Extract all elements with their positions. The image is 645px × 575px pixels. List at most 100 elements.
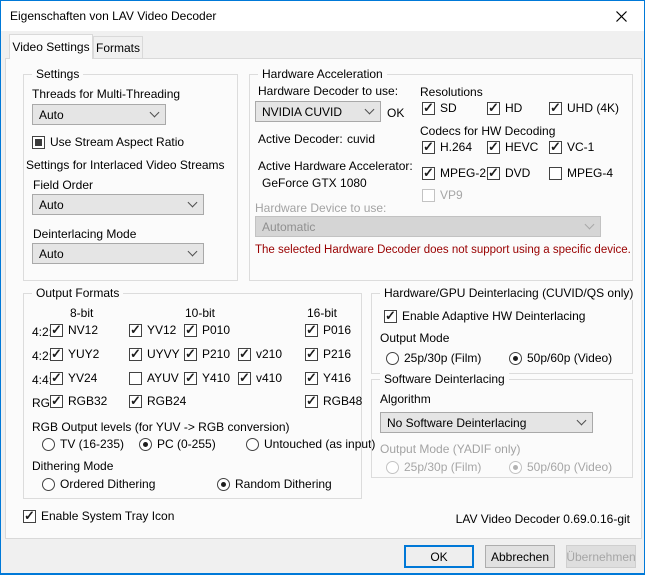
hw-decoder-combobox[interactable]: NVIDIA CUVID xyxy=(255,101,381,122)
checkbox-label: AYUV xyxy=(147,371,179,385)
format-rgb32-checkbox[interactable]: RGB32 xyxy=(50,393,107,409)
checkbox-label: UHD (4K) xyxy=(567,101,620,115)
close-icon xyxy=(616,10,627,22)
format-p010-checkbox[interactable]: P010 xyxy=(184,322,231,338)
tab-video-settings[interactable]: Video Settings xyxy=(9,34,93,59)
codec-mpeg4-checkbox[interactable]: MPEG-4 xyxy=(549,166,613,180)
settings-group: Settings Threads for Multi-Threading Aut… xyxy=(23,67,238,281)
threads-combobox[interactable]: Auto xyxy=(32,104,166,125)
radio-icon xyxy=(42,437,55,451)
random-dithering-radio[interactable]: Random Dithering xyxy=(217,477,332,491)
format-rgb24-checkbox[interactable]: RGB24 xyxy=(129,393,186,409)
chevron-down-icon xyxy=(187,246,198,257)
dithering-mode-label: Dithering Mode xyxy=(32,459,114,473)
tab-formats[interactable]: Formats xyxy=(93,36,143,59)
checkbox-label: P016 xyxy=(323,323,352,337)
ordered-dithering-radio[interactable]: Ordered Dithering xyxy=(42,477,155,491)
lav-video-decoder-dialog: Eigenschaften von LAV Video Decoder Vide… xyxy=(0,0,645,575)
format-p016-checkbox[interactable]: P016 xyxy=(305,322,352,338)
format-y410-checkbox[interactable]: Y410 xyxy=(184,370,230,386)
chevron-down-icon xyxy=(149,107,160,118)
rgb-level-untouched-radio[interactable]: Untouched (as input) xyxy=(246,437,375,451)
yadif-output-mode-label: Output Mode (YADIF only) xyxy=(380,442,521,456)
radio-icon xyxy=(217,477,230,491)
hw-decoder-combobox-value: NVIDIA CUVID xyxy=(262,104,343,119)
checkbox-label: YUY2 xyxy=(68,347,100,361)
checkbox-label: NV12 xyxy=(68,323,99,337)
algorithm-label: Algorithm xyxy=(380,392,431,406)
format-yv12-checkbox[interactable]: YV12 xyxy=(129,322,177,338)
ok-button[interactable]: OK xyxy=(404,545,474,568)
checkbox-icon xyxy=(305,322,318,338)
use-stream-aspect-ratio-checkbox[interactable]: Use Stream Aspect Ratio xyxy=(32,135,184,149)
sw-mode-film-radio: 25p/30p (Film) xyxy=(386,460,481,474)
rgb-level-tv-radio[interactable]: TV (16-235) xyxy=(42,437,124,451)
checkbox-label: VC-1 xyxy=(567,140,595,154)
format-p216-checkbox[interactable]: P216 xyxy=(305,346,351,362)
checkbox-icon xyxy=(549,100,562,116)
deinterlacing-mode-combobox[interactable]: Auto xyxy=(32,243,204,264)
checkbox-icon xyxy=(422,100,435,116)
codec-hevc-checkbox[interactable]: HEVC xyxy=(487,139,539,155)
checkbox-label: P010 xyxy=(202,323,231,337)
field-order-combobox[interactable]: Auto xyxy=(32,194,204,215)
format-yuy2-checkbox[interactable]: YUY2 xyxy=(50,346,100,362)
checkbox-icon xyxy=(32,135,45,149)
resolution-uhd-checkbox[interactable]: UHD (4K) xyxy=(549,100,620,116)
checkbox-label: SD xyxy=(440,101,457,115)
rgb-level-pc-radio[interactable]: PC (0-255) xyxy=(139,437,216,451)
deinterlacing-mode-label: Deinterlacing Mode xyxy=(33,227,137,241)
cancel-button[interactable]: Abbrechen xyxy=(485,545,555,568)
resolution-hd-checkbox[interactable]: HD xyxy=(487,100,522,116)
radio-label: TV (16-235) xyxy=(60,437,125,451)
format-v210-checkbox[interactable]: v210 xyxy=(238,346,283,362)
active-accelerator-label: Active Hardware Accelerator: xyxy=(258,159,413,173)
format-p210-checkbox[interactable]: P210 xyxy=(184,346,230,362)
col-header-10bit: 10-bit xyxy=(185,306,216,320)
checkbox-icon xyxy=(422,165,435,181)
checkbox-label: H.264 xyxy=(440,140,473,154)
codec-mpeg2-checkbox[interactable]: MPEG-2 xyxy=(422,165,486,181)
hw-mode-film-radio[interactable]: 25p/30p (Film) xyxy=(386,351,481,365)
radio-label: 50p/60p (Video) xyxy=(527,460,613,474)
format-ayuv-checkbox[interactable]: AYUV xyxy=(129,371,179,385)
checkbox-label: VP9 xyxy=(440,188,463,202)
radio-icon xyxy=(42,477,55,491)
output-formats-group: Output Formats 8-bit 10-bit 16-bit 4:2:0… xyxy=(23,286,375,499)
resolution-sd-checkbox[interactable]: SD xyxy=(422,100,457,116)
format-v410-checkbox[interactable]: v410 xyxy=(238,370,282,386)
hw-mode-video-radio[interactable]: 50p/60p (Video) xyxy=(509,351,612,365)
field-order-combobox-value: Auto xyxy=(39,197,64,212)
checkbox-icon xyxy=(129,371,142,385)
format-yv24-checkbox[interactable]: YV24 xyxy=(50,370,97,386)
radio-icon xyxy=(386,460,399,474)
checkbox-label: YV12 xyxy=(147,323,177,337)
radio-icon xyxy=(509,460,522,474)
checkbox-label: Enable System Tray Icon xyxy=(41,509,175,523)
checkbox-label: v210 xyxy=(256,347,283,361)
interlaced-heading: Settings for Interlaced Video Streams xyxy=(26,158,225,172)
col-header-16bit: 16-bit xyxy=(307,306,338,320)
title-bar: Eigenschaften von LAV Video Decoder xyxy=(1,1,644,31)
checkbox-label: HEVC xyxy=(505,140,539,154)
checkbox-label: MPEG-4 xyxy=(567,166,614,180)
checkbox-icon xyxy=(549,139,562,155)
enable-adaptive-hw-deinterlacing-checkbox[interactable]: Enable Adaptive HW Deinterlacing xyxy=(384,308,585,324)
algorithm-combobox[interactable]: No Software Deinterlacing xyxy=(380,412,593,433)
format-nv12-checkbox[interactable]: NV12 xyxy=(50,322,99,338)
format-rgb48-checkbox[interactable]: RGB48 xyxy=(305,393,362,409)
chevron-down-icon xyxy=(187,197,198,208)
checkbox-icon xyxy=(305,370,318,386)
codec-h264-checkbox[interactable]: H.264 xyxy=(422,139,473,155)
checkbox-icon xyxy=(50,370,63,386)
format-y416-checkbox[interactable]: Y416 xyxy=(305,370,351,386)
checkbox-icon xyxy=(487,139,500,155)
close-button[interactable] xyxy=(599,1,644,31)
enable-system-tray-icon-checkbox[interactable]: Enable System Tray Icon xyxy=(23,508,175,524)
format-uyvy-checkbox[interactable]: UYVY xyxy=(129,346,180,362)
codec-dvd-checkbox[interactable]: DVD xyxy=(487,165,530,181)
checkbox-icon xyxy=(23,508,36,524)
hw-output-mode-label: Output Mode xyxy=(380,331,450,345)
codec-vc1-checkbox[interactable]: VC-1 xyxy=(549,139,595,155)
threads-label: Threads for Multi-Threading xyxy=(32,87,181,101)
